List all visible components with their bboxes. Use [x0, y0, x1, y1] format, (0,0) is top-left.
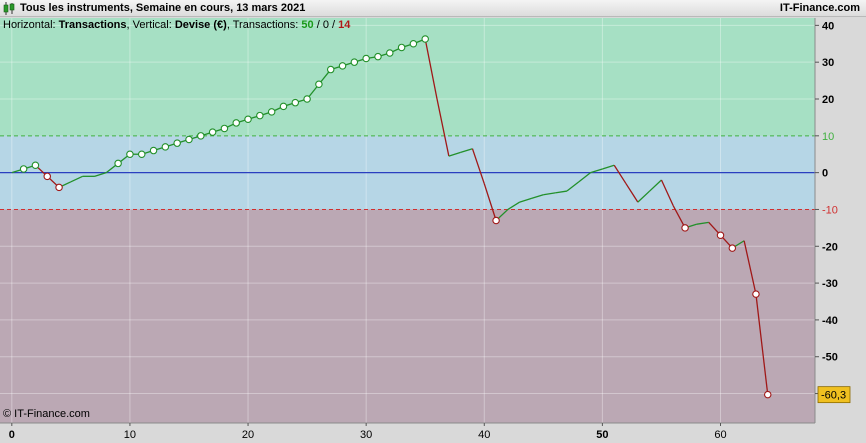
- loss-zone: [0, 209, 815, 423]
- trade-point-marker: [149, 146, 158, 155]
- trade-point-marker: [764, 390, 772, 399]
- trade-point-marker: [386, 49, 394, 57]
- trade-point-marker: [728, 244, 737, 252]
- x-axis-tick-label: 40: [478, 429, 490, 441]
- profit-zone: [0, 18, 815, 136]
- chart-subtitle: Horizontal: Transactions, Vertical: Devi…: [3, 19, 351, 31]
- trade-point-marker: [492, 216, 500, 225]
- trade-point-marker: [362, 54, 370, 63]
- y-axis-tick-label: 0: [822, 168, 828, 180]
- transactions-separator: /: [332, 19, 336, 31]
- trade-point-marker: [31, 161, 40, 170]
- y-axis-tick-label: -10: [822, 204, 838, 216]
- trade-point-marker: [374, 52, 382, 61]
- y-axis-tick-label: 40: [822, 20, 834, 32]
- trade-point-marker: [137, 150, 146, 158]
- transactions-label: Transactions:: [232, 19, 299, 31]
- trade-point-marker: [161, 143, 170, 151]
- trade-point-marker: [326, 65, 335, 74]
- x-axis-tick-label: 0: [9, 429, 15, 441]
- trade-point-marker: [185, 135, 193, 144]
- trade-point-marker: [681, 224, 689, 232]
- y-axis-tick-label: -40: [822, 315, 838, 327]
- x-axis-tick-label: 10: [124, 429, 136, 441]
- trade-point-marker: [350, 58, 359, 66]
- x-axis-tick-label: 30: [360, 429, 372, 441]
- x-axis-tick-label: 60: [714, 429, 726, 441]
- trade-point-marker: [338, 62, 347, 70]
- y-axis-tick-label: -50: [822, 352, 838, 364]
- equity-chart: 403020100-10-20-30-40-50-600102030405060…: [0, 18, 851, 441]
- horizontal-axis-value: Transactions: [58, 19, 127, 31]
- y-axis-tick-label: 30: [822, 57, 834, 69]
- trade-point-marker: [752, 290, 760, 298]
- y-axis-tick-label: -30: [822, 278, 838, 290]
- trade-point-marker: [220, 124, 229, 133]
- trade-point-marker: [197, 132, 205, 140]
- y-axis-tick-label: 10: [822, 131, 834, 143]
- trade-point-marker: [244, 115, 252, 124]
- trade-point-marker: [19, 165, 28, 173]
- vertical-axis-label: Vertical:: [132, 19, 172, 31]
- trade-point-marker: [55, 183, 63, 192]
- copyright-credit: © IT-Finance.com: [3, 408, 90, 420]
- trade-point-marker: [173, 139, 181, 147]
- x-axis-tick-label: 20: [242, 429, 254, 441]
- trade-point-marker: [291, 98, 300, 107]
- y-axis-tick-label: -20: [822, 241, 838, 253]
- transactions-loss-count: 14: [338, 19, 351, 31]
- last-value-label: -60,3: [821, 390, 846, 402]
- trade-point-marker: [43, 172, 51, 181]
- horizontal-axis-label: Horizontal:: [3, 19, 56, 31]
- transactions-win-count: 50: [301, 19, 314, 31]
- trade-point-marker: [114, 159, 122, 168]
- trade-point-marker: [126, 150, 134, 158]
- trade-point-marker: [409, 40, 418, 48]
- trade-point-marker: [421, 35, 429, 43]
- trade-point-marker: [208, 128, 217, 136]
- x-axis-tick-label: 50: [596, 429, 608, 441]
- transactions-neutral-count: 0: [322, 19, 329, 31]
- trade-point-marker: [232, 119, 240, 127]
- y-axis-tick-label: 20: [822, 94, 834, 106]
- trade-point-marker: [716, 231, 725, 239]
- vertical-axis-value: Devise (€): [174, 19, 227, 31]
- trade-point-marker: [256, 111, 264, 120]
- trade-point-marker: [303, 95, 311, 103]
- trade-point-marker: [279, 102, 288, 111]
- trade-point-marker: [315, 80, 323, 89]
- transactions-separator: /: [316, 19, 320, 31]
- trade-point-marker: [267, 108, 276, 116]
- trade-point-marker: [397, 43, 406, 52]
